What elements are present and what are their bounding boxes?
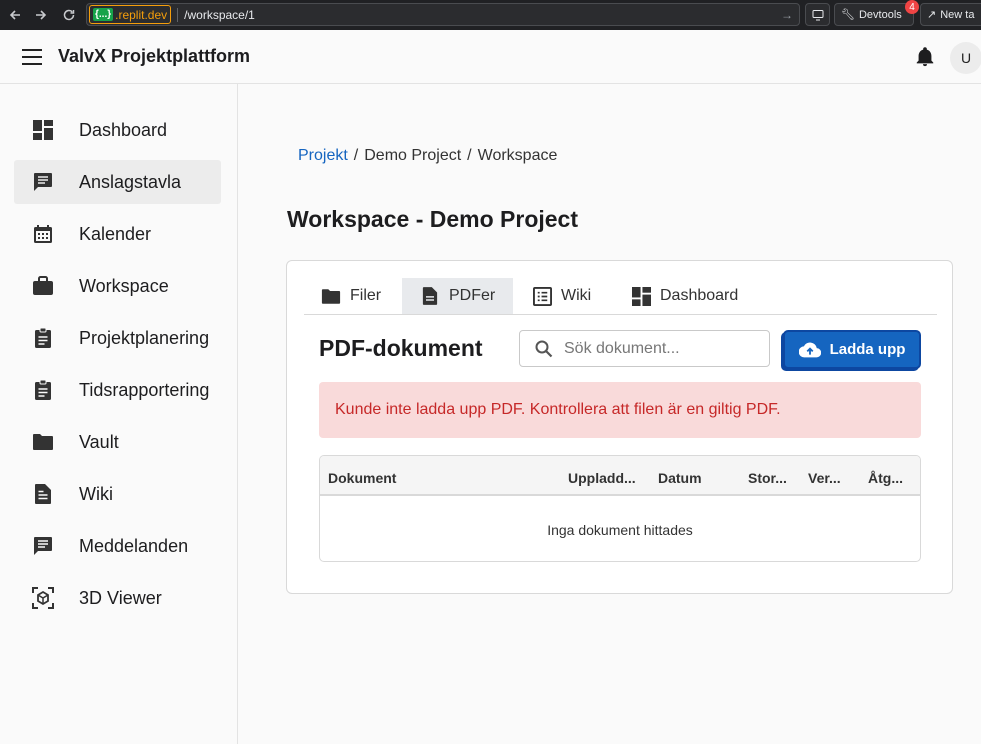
devtools-button[interactable]: 🔧︎ Devtools 4 bbox=[834, 0, 919, 26]
breadcrumb-project: Demo Project bbox=[364, 147, 462, 164]
breadcrumb-separator: / bbox=[467, 147, 472, 164]
sidebar-item-label: Projektplanering bbox=[79, 327, 210, 348]
dashboard-icon bbox=[631, 286, 651, 306]
breadcrumb-projekt-link[interactable]: Projekt bbox=[298, 147, 348, 165]
search-icon bbox=[535, 340, 553, 357]
screen-button[interactable] bbox=[805, 3, 830, 26]
document-icon bbox=[32, 483, 54, 505]
sidebar-item-label: Tidsrapportering bbox=[79, 379, 210, 400]
sidebar-item-anslagstavla[interactable]: Anslagstavla bbox=[14, 160, 221, 204]
folder-icon bbox=[321, 286, 341, 306]
sidebar-item-label: Wiki bbox=[79, 483, 113, 504]
user-avatar[interactable]: U bbox=[950, 42, 981, 74]
search-input[interactable] bbox=[564, 339, 754, 358]
cube-icon bbox=[32, 587, 54, 609]
pdf-section-title: PDF-dokument bbox=[319, 335, 483, 361]
menu-icon[interactable] bbox=[22, 49, 42, 65]
column-header-dokument[interactable]: Dokument bbox=[328, 470, 396, 486]
chat-icon bbox=[32, 535, 54, 557]
column-header-atgarder[interactable]: Åtg... bbox=[868, 470, 903, 486]
clipboard-icon bbox=[32, 327, 54, 349]
address-bar[interactable]: {...} .replit.dev /workspace/1 → bbox=[86, 3, 800, 26]
message-board-icon bbox=[32, 171, 54, 193]
list-icon bbox=[532, 286, 552, 306]
back-icon[interactable] bbox=[2, 0, 28, 30]
sidebar-item-label: Anslagstavla bbox=[79, 171, 182, 192]
upload-button[interactable]: Ladda upp bbox=[783, 330, 921, 369]
sidebar-item-projektplanering[interactable]: Projektplanering bbox=[14, 316, 221, 360]
sidebar-item-tidsrapportering[interactable]: Tidsrapportering bbox=[14, 368, 221, 412]
sidebar-item-workspace[interactable]: Workspace bbox=[14, 264, 221, 308]
tab-label: Wiki bbox=[561, 287, 592, 304]
new-tab-button[interactable]: ↗ New ta bbox=[920, 3, 981, 26]
clipboard-icon bbox=[32, 379, 54, 401]
page-title: Workspace - Demo Project bbox=[287, 206, 579, 232]
column-header-uppladdad[interactable]: Uppladd... bbox=[568, 470, 636, 486]
cloud-upload-icon bbox=[798, 342, 821, 357]
wrench-icon: 🔧︎ bbox=[841, 9, 855, 21]
go-arrow-icon[interactable]: → bbox=[781, 8, 793, 22]
tab-label: PDFer bbox=[449, 287, 496, 304]
app-header: ValvX Projektplattform U bbox=[0, 30, 981, 84]
folder-icon bbox=[32, 431, 54, 453]
app-title: ValvX Projektplattform bbox=[58, 46, 251, 66]
tab-pdfer[interactable]: PDFer bbox=[402, 278, 513, 314]
tab-wiki[interactable]: Wiki bbox=[532, 278, 591, 314]
documents-table: Dokument Uppladd... Datum Stor... Ver...… bbox=[319, 455, 921, 562]
devtools-badge: 4 bbox=[905, 0, 919, 14]
breadcrumb-separator: / bbox=[353, 147, 359, 164]
column-header-datum[interactable]: Datum bbox=[658, 470, 702, 486]
sidebar-item-kalender[interactable]: Kalender bbox=[14, 212, 221, 256]
devtools-label: Devtools bbox=[858, 8, 902, 21]
column-header-storlek[interactable]: Stor... bbox=[748, 470, 787, 486]
pdf-file-icon bbox=[420, 286, 440, 306]
sidebar-item-vault[interactable]: Vault bbox=[14, 420, 221, 464]
browser-toolbar: {...} .replit.dev /workspace/1 → 🔧︎ Devt… bbox=[0, 0, 981, 30]
table-header: Dokument Uppladd... Datum Stor... Ver...… bbox=[320, 456, 920, 496]
bell-icon[interactable] bbox=[914, 45, 936, 69]
new-tab-label: New ta bbox=[940, 8, 975, 21]
column-header-version[interactable]: Ver... bbox=[808, 470, 841, 486]
dashboard-icon bbox=[32, 119, 54, 141]
empty-state-text: Inga dokument hittades bbox=[547, 522, 693, 538]
sidebar: Dashboard Anslagstavla Kalender Workspac… bbox=[0, 84, 238, 744]
workspace-card: Filer PDFer Wiki Dashboard PDF-dokument … bbox=[286, 260, 953, 594]
upload-button-label: Ladda upp bbox=[829, 341, 906, 358]
tab-label: Filer bbox=[350, 287, 382, 304]
calendar-icon bbox=[32, 223, 54, 245]
domain-text: .replit.dev bbox=[115, 7, 168, 22]
sidebar-item-wiki[interactable]: Wiki bbox=[14, 472, 221, 516]
sidebar-item-meddelanden[interactable]: Meddelanden bbox=[14, 524, 221, 568]
sidebar-item-label: Workspace bbox=[79, 275, 169, 296]
sidebar-item-label: Meddelanden bbox=[79, 535, 189, 556]
sidebar-item-label: Kalender bbox=[79, 223, 152, 244]
sidebar-item-3d-viewer[interactable]: 3D Viewer bbox=[14, 576, 221, 620]
url-path: /workspace/1 bbox=[177, 7, 255, 22]
sidebar-item-dashboard[interactable]: Dashboard bbox=[14, 108, 221, 152]
tab-dashboard[interactable]: Dashboard bbox=[631, 278, 738, 314]
error-alert: Kunde inte ladda upp PDF. Kontrollera at… bbox=[319, 382, 921, 438]
external-link-icon: ↗ bbox=[927, 9, 937, 21]
monitor-icon bbox=[812, 9, 823, 20]
replit-bracket-label: {...} bbox=[93, 8, 114, 21]
workspace-tabs: Filer PDFer Wiki Dashboard bbox=[304, 278, 937, 315]
tab-label: Dashboard bbox=[660, 287, 739, 304]
forward-icon[interactable] bbox=[28, 0, 54, 30]
breadcrumb-current: Workspace bbox=[477, 147, 558, 164]
search-field[interactable] bbox=[519, 330, 770, 367]
sidebar-item-label: Vault bbox=[79, 431, 119, 452]
briefcase-icon bbox=[32, 275, 54, 297]
domain-chip: {...} .replit.dev bbox=[89, 5, 172, 24]
reload-icon[interactable] bbox=[56, 0, 82, 30]
sidebar-item-label: 3D Viewer bbox=[79, 587, 162, 608]
breadcrumb: Projekt / Demo Project / Workspace bbox=[298, 147, 557, 165]
sidebar-item-label: Dashboard bbox=[79, 119, 168, 140]
tab-filer[interactable]: Filer bbox=[321, 278, 381, 314]
